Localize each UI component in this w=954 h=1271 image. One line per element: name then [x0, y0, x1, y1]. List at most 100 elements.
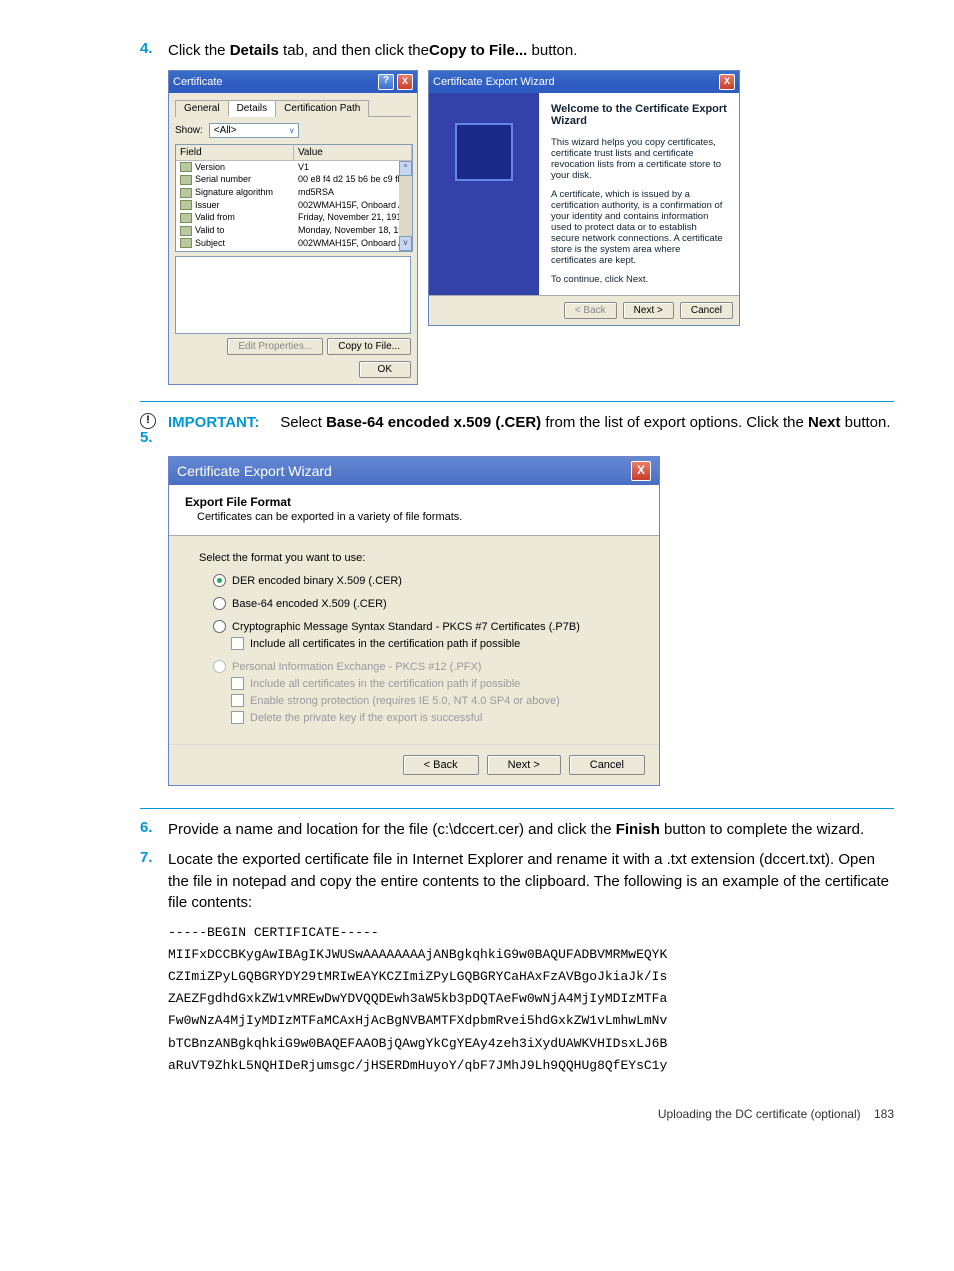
table-header: Field Value	[176, 145, 412, 161]
cell: Valid from	[195, 212, 235, 222]
table-row[interactable]: Signature algorithm md5RSA	[176, 186, 412, 199]
close-icon[interactable]: X	[719, 74, 735, 90]
wizard-paragraph: A certificate, which is issued by a cert…	[551, 189, 727, 266]
step-6: 6. Provide a name and location for the f…	[140, 819, 894, 841]
tab-certification-path[interactable]: Certification Path	[275, 100, 369, 117]
page-footer: Uploading the DC certificate (optional) …	[140, 1107, 894, 1121]
text: button.	[527, 42, 577, 59]
col-field: Field	[176, 145, 294, 160]
header-title: Export File Format	[185, 495, 643, 509]
table-row[interactable]: Valid fromFriday, November 21, 1919 2:..…	[176, 211, 412, 224]
title-buttons: X	[719, 74, 735, 90]
check-pfx-strong: Enable strong protection (requires IE 5.…	[231, 694, 629, 707]
window-title: Certificate	[173, 76, 223, 88]
help-icon[interactable]: ?	[378, 74, 394, 90]
tab-general[interactable]: General	[175, 100, 229, 117]
checkbox-icon	[231, 711, 244, 724]
table-row[interactable]: Issuer 002WMAH15F, Onboard Admi...	[176, 199, 412, 212]
radio-button-icon	[213, 574, 226, 587]
bold: Finish	[616, 821, 660, 838]
text: Click the	[168, 42, 230, 59]
scroll-down-icon[interactable]: v	[399, 236, 412, 251]
radio-label: Personal Information Exchange - PKCS #12…	[232, 661, 481, 673]
scrollbar[interactable]: ^ v	[399, 161, 412, 251]
footer-title: Uploading the DC certificate (optional)	[658, 1107, 861, 1121]
certificate-sample-text: -----BEGIN CERTIFICATE----- MIIFxDCCBKyg…	[168, 922, 894, 1077]
cell: Subject	[195, 238, 225, 248]
dialog-body: General Details Certification Path Show:…	[169, 93, 417, 384]
check-pfx-delete-key: Delete the private key if the export is …	[231, 711, 629, 724]
radio-base64[interactable]: Base-64 encoded X.509 (.CER)	[213, 597, 629, 610]
field-icon	[180, 175, 192, 185]
cell: Issuer	[195, 200, 220, 210]
bold: Base-64 encoded x.509 (.CER)	[326, 414, 541, 431]
radio-pkcs7[interactable]: Cryptographic Message Syntax Standard - …	[213, 620, 629, 633]
radio-button-icon	[213, 597, 226, 610]
cell: V1	[294, 161, 412, 174]
bold: Next	[808, 414, 841, 431]
scroll-up-icon[interactable]: ^	[399, 161, 412, 176]
cancel-button[interactable]: Cancel	[569, 755, 645, 775]
cell: Signature algorithm	[195, 187, 273, 197]
check-pfx-include: Include all certificates in the certific…	[231, 677, 629, 690]
certificate-dialog: Certificate ? X General Details Certific…	[168, 70, 418, 385]
detail-textbox	[175, 256, 411, 334]
button-row: Edit Properties... Copy to File...	[175, 338, 411, 355]
tab-details[interactable]: Details	[228, 100, 277, 117]
wizard-paragraph: To continue, click Next.	[551, 274, 727, 285]
cell: Public key	[195, 250, 236, 251]
edit-properties-button: Edit Properties...	[227, 338, 323, 355]
step-number: 7.	[140, 849, 168, 866]
export-format-dialog: Certificate Export Wizard X Export File …	[168, 456, 660, 786]
window-title: Certificate Export Wizard	[433, 76, 555, 88]
text: Provide a name and location for the file…	[168, 821, 616, 838]
bold: Details	[230, 42, 279, 59]
close-icon[interactable]: X	[397, 74, 413, 90]
checkbox-label: Include all certificates in the certific…	[250, 638, 520, 650]
titlebar: Certificate Export Wizard X	[429, 71, 739, 93]
table-row[interactable]: Serial number00 e8 f4 d2 15 b6 be c9 fb	[176, 173, 412, 186]
radio-der[interactable]: DER encoded binary X.509 (.CER)	[213, 574, 629, 587]
important-icon: !	[140, 413, 156, 429]
field-icon	[180, 188, 192, 198]
text: tab, and then click the	[279, 42, 429, 59]
copy-to-file-button[interactable]: Copy to File...	[327, 338, 411, 355]
table-row[interactable]: Valid toMonday, November 18, 1929 ...	[176, 224, 412, 237]
radio-button-icon	[213, 660, 226, 673]
next-button[interactable]: Next >	[487, 755, 561, 775]
back-button: < Back	[564, 302, 617, 319]
radio-pfx: Personal Information Exchange - PKCS #12…	[213, 660, 629, 673]
wizard-button-row: < Back Next > Cancel	[429, 295, 739, 325]
checkbox-label: Include all certificates in the certific…	[250, 678, 520, 690]
step-4: 4. Click the Details tab, and then click…	[140, 40, 894, 62]
back-button[interactable]: < Back	[403, 755, 479, 775]
field-table: Field Value ^ v VersionV1 Serial number0…	[175, 144, 413, 252]
cell: RSA (1024 Bits)	[294, 249, 412, 251]
show-row: Show: <All> v	[175, 123, 411, 138]
radio-label: Base-64 encoded X.509 (.CER)	[232, 598, 387, 610]
next-button[interactable]: Next >	[623, 302, 674, 319]
table-row[interactable]: Public key RSA (1024 Bits)	[176, 249, 412, 251]
bold: Copy to File...	[429, 42, 527, 59]
table-row[interactable]: Subject002WMAH15F, Onboard Admi...	[176, 237, 412, 250]
step-number: 6.	[140, 819, 168, 836]
check-p7b-include[interactable]: Include all certificates in the certific…	[231, 637, 629, 650]
cancel-button[interactable]: Cancel	[680, 302, 733, 319]
step-7: 7. Locate the exported certificate file …	[140, 849, 894, 914]
export-wizard-welcome-dialog: Certificate Export Wizard X Welcome to t…	[428, 70, 740, 326]
cell: 002WMAH15F, Onboard Admi...	[294, 199, 412, 212]
checkbox-label: Enable strong protection (requires IE 5.…	[250, 695, 560, 707]
show-dropdown[interactable]: <All> v	[209, 123, 299, 138]
step-number: 4.	[140, 40, 168, 57]
wizard-body: Welcome to the Certificate Export Wizard…	[429, 93, 739, 295]
step-text: Provide a name and location for the file…	[168, 819, 894, 841]
close-icon[interactable]: X	[631, 461, 651, 481]
titlebar: Certificate Export Wizard X	[169, 457, 659, 485]
ok-button[interactable]: OK	[359, 361, 411, 378]
cell: md5RSA	[294, 186, 412, 199]
field-icon	[180, 238, 192, 248]
wizard-button-row: < Back Next > Cancel	[169, 744, 659, 785]
text: Select	[280, 414, 326, 431]
table-row[interactable]: VersionV1	[176, 161, 412, 174]
wizard-welcome-title: Welcome to the Certificate Export Wizard	[551, 103, 727, 127]
